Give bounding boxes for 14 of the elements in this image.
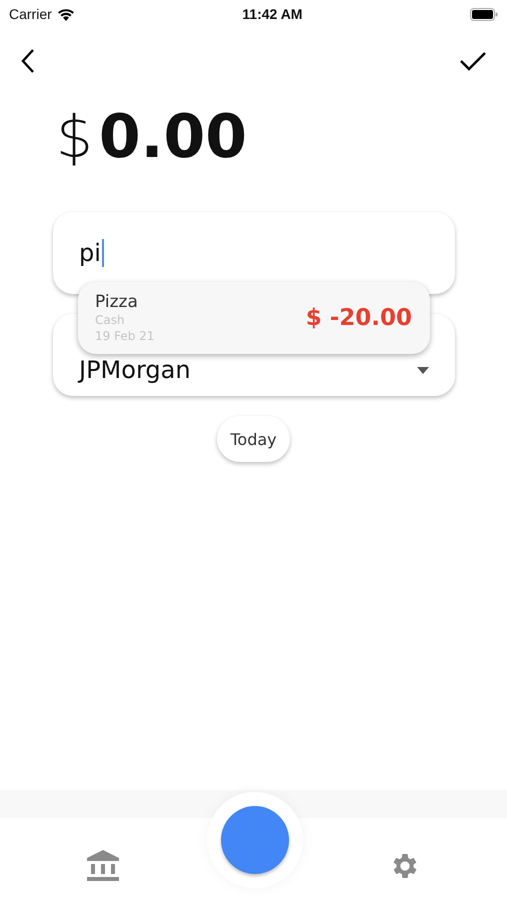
checkmark-icon[interactable] (459, 50, 487, 72)
bank-icon[interactable] (86, 850, 120, 882)
dropdown-arrow-icon (417, 366, 429, 374)
currency-symbol: $ (56, 103, 93, 171)
date-button[interactable]: Today (217, 416, 290, 462)
wifi-icon (56, 8, 75, 20)
back-icon[interactable] (20, 48, 36, 74)
name-input-text: pi (79, 239, 101, 267)
status-time: 11:42 AM (242, 6, 302, 22)
battery-icon (470, 8, 498, 20)
carrier-name: Carrier (9, 6, 52, 22)
add-button[interactable] (220, 806, 288, 874)
suggestion-title: Pizza (95, 292, 139, 312)
amount-value: 0.00 (98, 102, 247, 172)
